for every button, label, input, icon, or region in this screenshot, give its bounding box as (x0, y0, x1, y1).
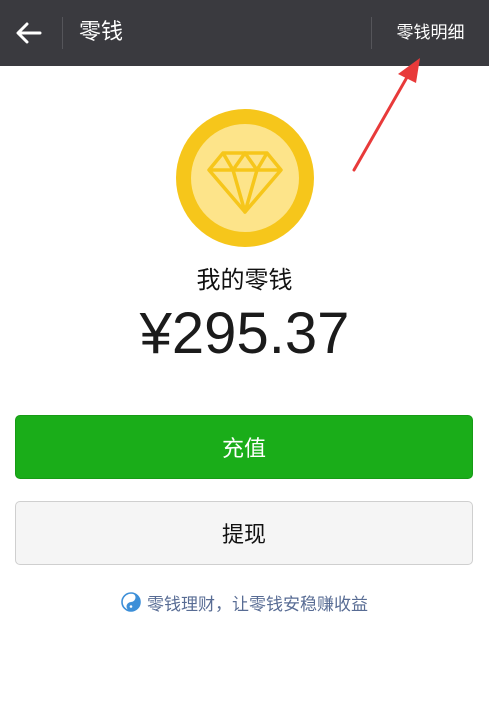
balance-label: 我的零钱 (196, 266, 293, 294)
recharge-button[interactable]: 充值 (15, 415, 473, 479)
withdraw-button[interactable]: 提现 (15, 501, 473, 565)
back-button[interactable] (0, 0, 58, 66)
wealth-promo-text: 零钱理财，让零钱安稳赚收益 (147, 594, 368, 615)
wealth-icon (121, 592, 141, 612)
balance-amount: ¥295.37 (139, 301, 350, 366)
annotation-arrow-icon (352, 58, 420, 172)
page-title: 零钱 (79, 20, 124, 45)
back-arrow-icon (16, 22, 42, 44)
diamond-coin-icon (176, 109, 314, 247)
wealth-promo-link[interactable]: 零钱理财，让零钱安稳赚收益 (0, 588, 489, 616)
header-divider-left (62, 17, 63, 49)
